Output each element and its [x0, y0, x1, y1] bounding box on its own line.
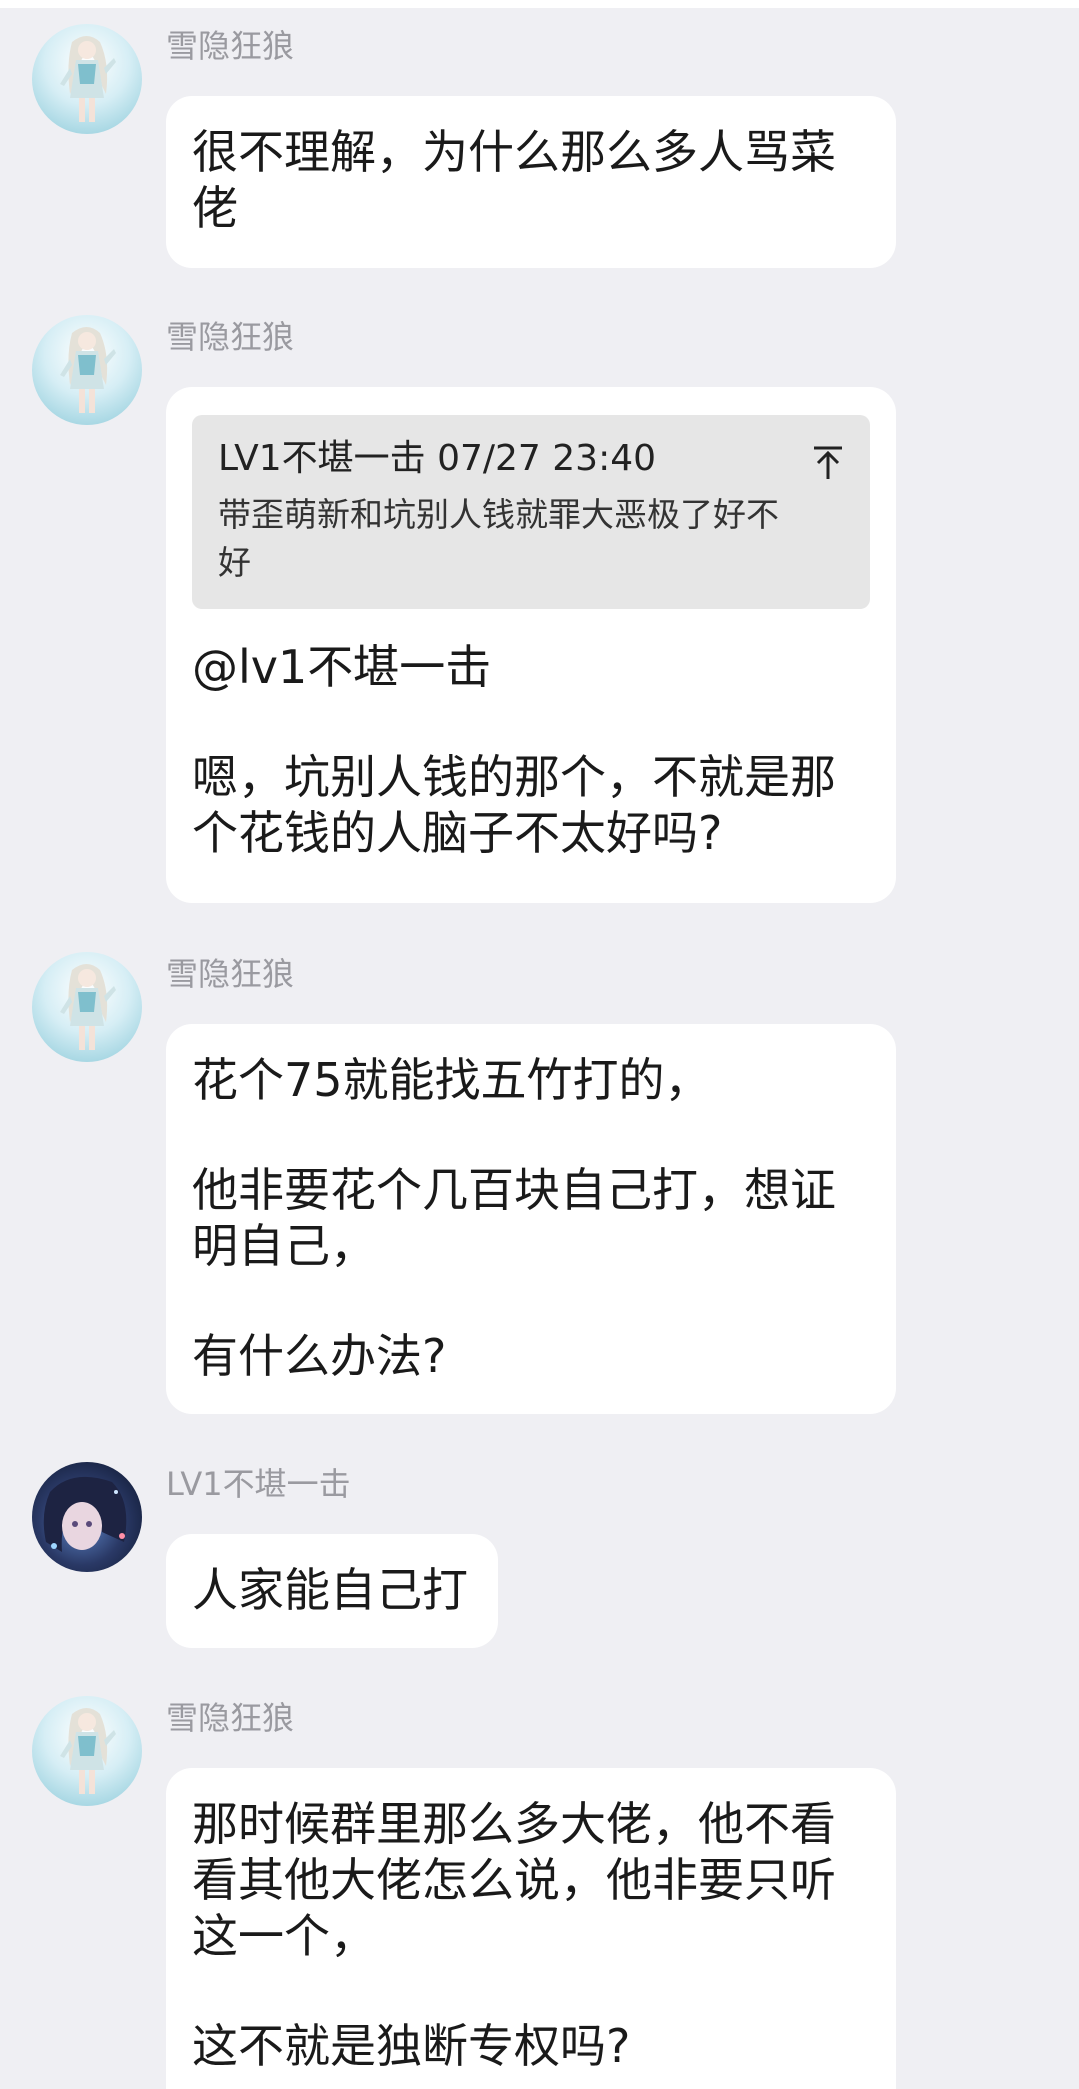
message-text: 有什么办法? — [192, 1329, 447, 1383]
quoted-reply[interactable]: LV1不堪一击 07/27 23:40 带歪萌新和坑别人钱就罪大恶极了好不 好 — [192, 415, 870, 609]
avatar[interactable] — [32, 315, 142, 425]
message-bubble[interactable]: 很不理解，为什么那么多人骂菜 佬 — [166, 96, 896, 268]
sender-name: 雪隐狂狼 — [166, 1699, 295, 1737]
message-text: 这不就是独断专权吗? — [192, 2019, 631, 2073]
anime-girl-avatar-icon — [32, 24, 142, 134]
anime-girl-avatar-icon — [32, 952, 142, 1062]
avatar[interactable] — [32, 24, 142, 134]
message-text: 花个75就能找五竹打的， — [192, 1053, 711, 1107]
message-bubble[interactable]: 那时候群里那么多大佬，他不看 看其他大佬怎么说，他非要只听 这一个， 这不就是独… — [166, 1768, 896, 2089]
message-text: 明自己， — [192, 1219, 376, 1273]
sender-name: 雪隐狂狼 — [166, 27, 295, 65]
jump-to-top-icon[interactable] — [812, 445, 844, 481]
message-text: 很不理解，为什么那么多人骂菜 — [192, 125, 836, 179]
avatar[interactable] — [32, 952, 142, 1062]
avatar[interactable] — [32, 1462, 142, 1572]
message-text: 人家能自己打 — [192, 1563, 468, 1617]
message-text: 那时候群里那么多大佬，他不看 — [192, 1797, 836, 1851]
top-strip — [0, 0, 1079, 8]
message-text: 个花钱的人脑子不太好吗? — [192, 806, 723, 860]
avatar[interactable] — [32, 1696, 142, 1806]
message-text: 这一个， — [192, 1909, 376, 1963]
mention-text[interactable]: @lv1不堪一击 — [192, 639, 870, 695]
anime-girl-avatar-icon — [32, 1696, 142, 1806]
sender-name: 雪隐狂狼 — [166, 318, 295, 356]
message-bubble[interactable]: 花个75就能找五竹打的， 他非要花个几百块自己打，想证 明自己， 有什么办法? — [166, 1024, 896, 1414]
sender-name: LV1不堪一击 — [166, 1465, 351, 1503]
message-text: 嗯，坑别人钱的那个，不就是那 — [192, 750, 836, 804]
anime-girl-avatar-icon — [32, 315, 142, 425]
dark-haired-avatar-icon — [32, 1462, 142, 1572]
quote-text: 带歪萌新和坑别人钱就罪大恶极了好不 — [218, 495, 779, 534]
message-text: 看其他大佬怎么说，他非要只听 — [192, 1853, 836, 1907]
message-text: 佬 — [192, 181, 238, 235]
sender-name: 雪隐狂狼 — [166, 955, 295, 993]
chat-screen: 雪隐狂狼 很不理解，为什么那么多人骂菜 佬 雪隐狂狼 LV1不堪一击 07/27… — [0, 0, 1079, 2089]
message-bubble[interactable]: LV1不堪一击 07/27 23:40 带歪萌新和坑别人钱就罪大恶极了好不 好 … — [166, 387, 896, 903]
quote-text: 好 — [218, 543, 251, 582]
message-text: 他非要花个几百块自己打，想证 — [192, 1163, 836, 1217]
message-bubble[interactable]: 人家能自己打 — [166, 1534, 498, 1648]
quote-header: LV1不堪一击 07/27 23:40 — [218, 438, 657, 479]
